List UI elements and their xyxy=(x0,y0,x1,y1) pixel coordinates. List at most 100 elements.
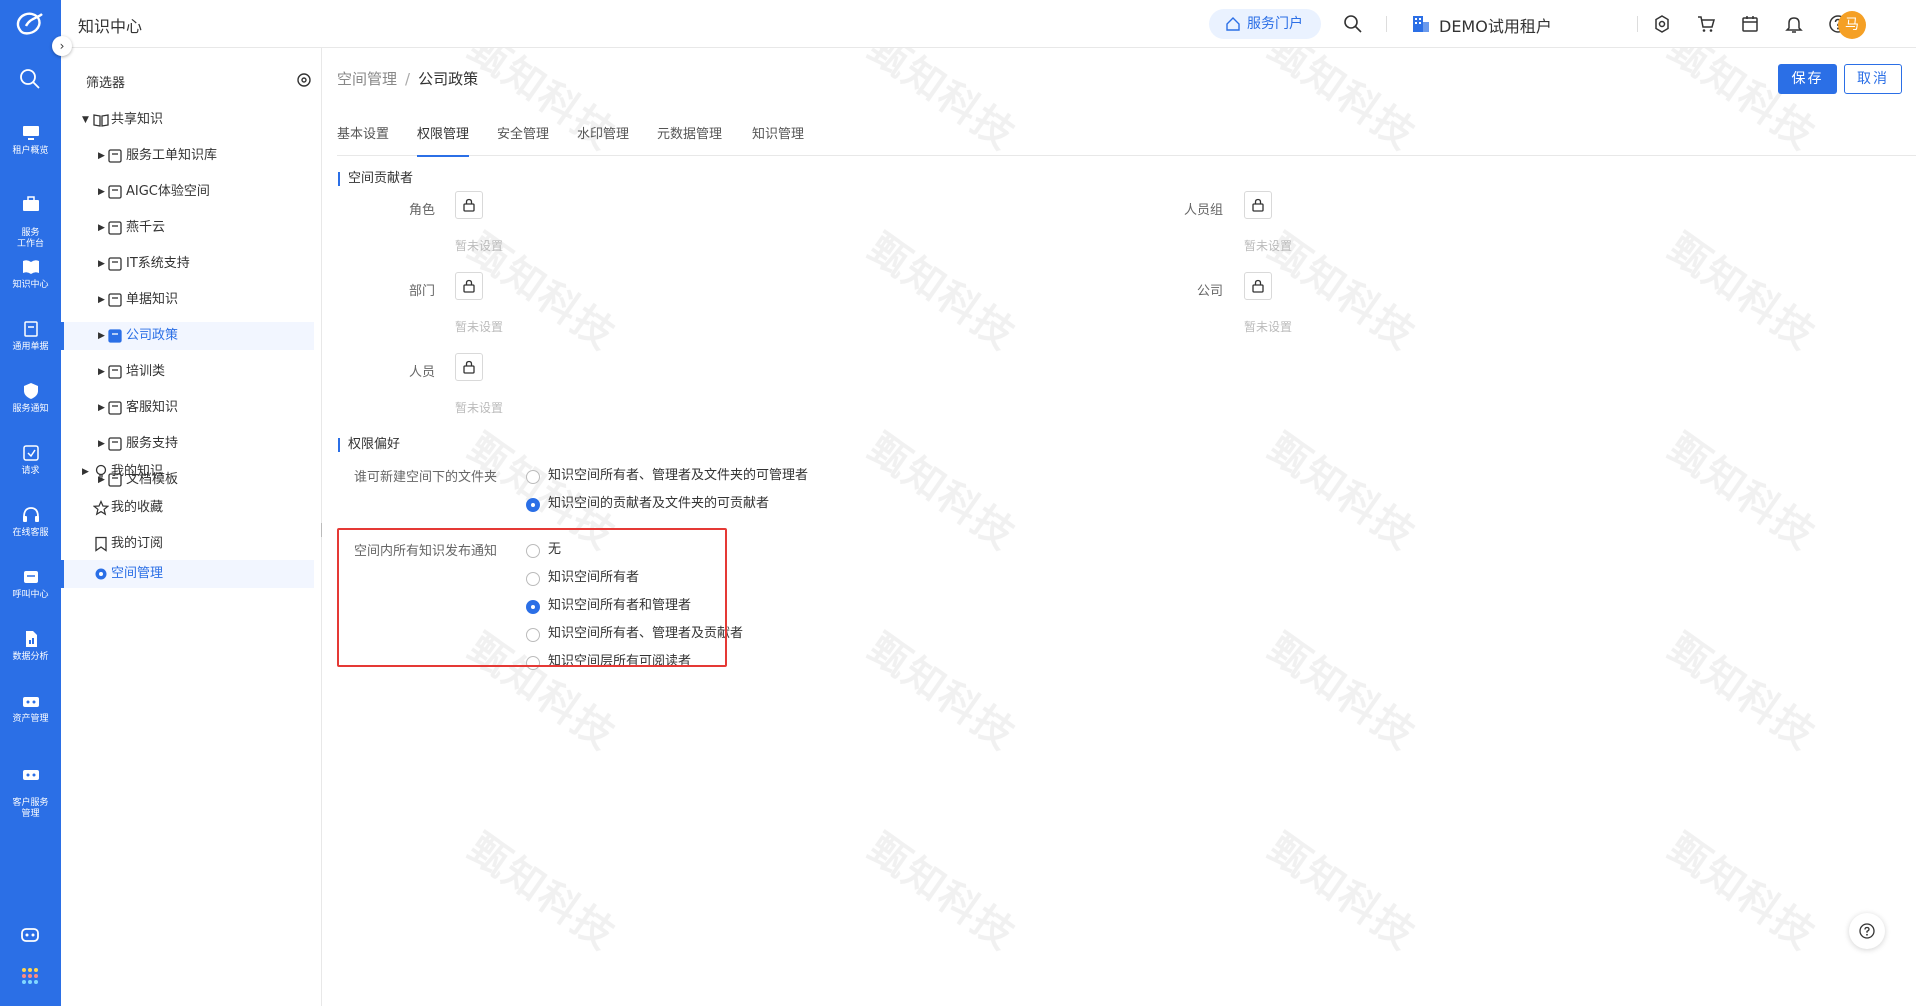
user-avatar[interactable]: 马 xyxy=(1838,11,1866,39)
rail-item-tenant-overview[interactable]: 租户概览 xyxy=(0,124,61,157)
rail-item-asset-management[interactable]: 资产管理 xyxy=(0,692,61,725)
tree-item-space-management[interactable]: 空间管理 xyxy=(61,560,314,588)
cancel-button[interactable]: 取消 xyxy=(1844,64,1902,94)
tab-permission-management[interactable]: 权限管理 xyxy=(417,120,470,157)
bell-icon[interactable] xyxy=(1784,14,1804,34)
rail-item-label: 通用单据 xyxy=(12,342,49,352)
folder-radio-option[interactable]: 知识空间的贡献者及文件夹的可贡献者 xyxy=(524,494,769,514)
folder-radio-option[interactable]: 知识空间所有者、管理者及文件夹的可管理者 xyxy=(524,466,808,486)
filter-settings-icon[interactable] xyxy=(296,72,312,88)
group-lock-button[interactable] xyxy=(1244,191,1272,219)
tree-item-space[interactable]: ▶ 客服知识 xyxy=(61,394,314,422)
tree-item-space[interactable]: ▶ AIGC体验空间 xyxy=(61,178,314,206)
rail-item-customer-service[interactable]: 客户服务 管理 xyxy=(0,754,61,820)
expand-rail-button[interactable]: › xyxy=(52,36,72,56)
search-icon[interactable] xyxy=(19,68,41,90)
robot-icon[interactable] xyxy=(20,924,40,944)
rail-item-label: 知识中心 xyxy=(12,280,49,290)
tab-knowledge-management[interactable]: 知识管理 xyxy=(752,120,804,156)
rail-item-label: 客户服务 管理 xyxy=(12,798,49,819)
tree-item-space[interactable]: ▶ 服务工单知识库 xyxy=(61,142,314,170)
tree-item-space[interactable]: ▶ 培训类 xyxy=(61,358,314,386)
notify-label: 空间内所有知识发布通知 xyxy=(354,544,498,559)
breadcrumb: 空间管理 / 公司政策 xyxy=(337,68,478,89)
rail-item-label: 服务通知 xyxy=(12,404,49,414)
tree-item-label: 燕千云 xyxy=(126,220,166,235)
radio-dot[interactable] xyxy=(526,600,540,614)
tab-watermark-management[interactable]: 水印管理 xyxy=(577,120,629,156)
document-icon xyxy=(21,320,41,338)
briefcase-icon xyxy=(21,195,41,213)
radio-dot[interactable] xyxy=(526,470,540,484)
notify-radio-option[interactable]: 知识空间所有者、管理者及贡献者 xyxy=(524,624,743,644)
radio-dot[interactable] xyxy=(526,498,540,512)
cart-icon[interactable] xyxy=(1696,14,1716,34)
service-portal-button[interactable]: 服务门户 xyxy=(1209,9,1321,39)
tree-item-space[interactable]: ▶ IT系统支持 xyxy=(61,250,314,278)
person-label: 人员 xyxy=(408,365,435,380)
company-lock-button[interactable] xyxy=(1244,272,1272,300)
rail-item-label: 资产管理 xyxy=(12,714,49,724)
search-icon[interactable] xyxy=(1343,14,1363,34)
tree-item-space[interactable]: ▶ 服务支持 xyxy=(61,430,314,458)
tree-item-label: 我的订阅 xyxy=(111,536,164,551)
tree-item-space[interactable]: ▶ 公司政策 xyxy=(61,322,314,350)
tree-item-label: 公司政策 xyxy=(126,328,179,343)
bookmark-icon xyxy=(95,536,107,552)
folder-box-icon xyxy=(108,437,122,451)
radio-dot[interactable] xyxy=(526,544,540,558)
folder-box-icon xyxy=(108,329,122,343)
rail-item-call-center[interactable]: 呼叫中心 xyxy=(0,568,61,601)
radio-label: 知识空间的贡献者及文件夹的可贡献者 xyxy=(548,496,770,511)
tree-item-my-favorites[interactable]: 我的收藏 xyxy=(61,494,314,522)
radio-label: 知识空间所有者和管理者 xyxy=(548,598,692,613)
tab-security-management[interactable]: 安全管理 xyxy=(497,120,549,156)
tenant-switcher[interactable]: DEMO试用租户 xyxy=(1411,13,1552,37)
folder-box-icon xyxy=(108,401,122,415)
gear-icon xyxy=(95,568,107,580)
caret-right-icon[interactable]: ▶ xyxy=(82,458,92,486)
calendar-icon[interactable] xyxy=(1740,14,1760,34)
rail-item-data-analysis[interactable]: 数据分析 xyxy=(0,630,61,663)
rail-item-request[interactable]: 请求 xyxy=(0,444,61,477)
notify-radio-option[interactable]: 知识空间所有者和管理者 xyxy=(524,596,691,616)
tab-basic-settings[interactable]: 基本设置 xyxy=(337,120,389,156)
radio-dot[interactable] xyxy=(526,572,540,586)
folder-box-icon xyxy=(108,365,122,379)
floating-help-button[interactable] xyxy=(1849,913,1885,949)
tree-item-space[interactable]: ▶ 单据知识 xyxy=(61,286,314,314)
divider xyxy=(1637,16,1638,32)
breadcrumb-parent[interactable]: 空间管理 xyxy=(337,70,397,88)
rail-item-online-support[interactable]: 在线客服 xyxy=(0,506,61,539)
rail-item-service-workbench[interactable]: 服务 工作台 xyxy=(0,184,61,250)
group-label: 人员组 xyxy=(1183,203,1223,218)
role-lock-button[interactable] xyxy=(455,191,483,219)
folder-box-icon xyxy=(108,149,122,163)
notify-radio-option[interactable]: 知识空间所有者 xyxy=(524,568,639,588)
rail-item-service-notification[interactable]: 服务通知 xyxy=(0,382,61,415)
tree-item-my-subscriptions[interactable]: 我的订阅 xyxy=(61,530,314,558)
tree-item-space[interactable]: ▶ 燕千云 xyxy=(61,214,314,242)
apps-grid-icon[interactable] xyxy=(20,966,40,986)
settings-icon[interactable] xyxy=(1652,14,1672,34)
filter-title: 筛选器 xyxy=(86,76,126,91)
radio-dot[interactable] xyxy=(526,656,540,670)
notify-radio-option[interactable]: 知识空间层所有可阅读者 xyxy=(524,652,691,672)
rail-item-general-documents[interactable]: 通用单据 xyxy=(0,320,61,353)
department-lock-button[interactable] xyxy=(455,272,483,300)
tab-metadata-management[interactable]: 元数据管理 xyxy=(657,120,722,156)
radio-label: 知识空间所有者、管理者及文件夹的可管理者 xyxy=(548,468,809,483)
request-icon xyxy=(21,444,41,462)
person-lock-button[interactable] xyxy=(455,353,483,381)
tree-item-shared-knowledge[interactable]: ▼ 共享知识 xyxy=(61,106,314,134)
role-unset-text: 暂未设置 xyxy=(455,239,504,253)
lock-icon xyxy=(1252,279,1264,293)
customer-icon xyxy=(21,765,41,783)
tree-item-my-knowledge[interactable]: ▶ 我的知识 xyxy=(61,458,314,486)
rail-item-knowledge-center[interactable]: 知识中心 xyxy=(0,258,61,291)
tenant-name: DEMO试用租户 xyxy=(1439,17,1552,36)
notify-radio-option[interactable]: 无 xyxy=(524,540,561,560)
save-button[interactable]: 保存 xyxy=(1778,64,1837,94)
radio-dot[interactable] xyxy=(526,628,540,642)
caret-down-icon[interactable]: ▼ xyxy=(82,106,92,134)
